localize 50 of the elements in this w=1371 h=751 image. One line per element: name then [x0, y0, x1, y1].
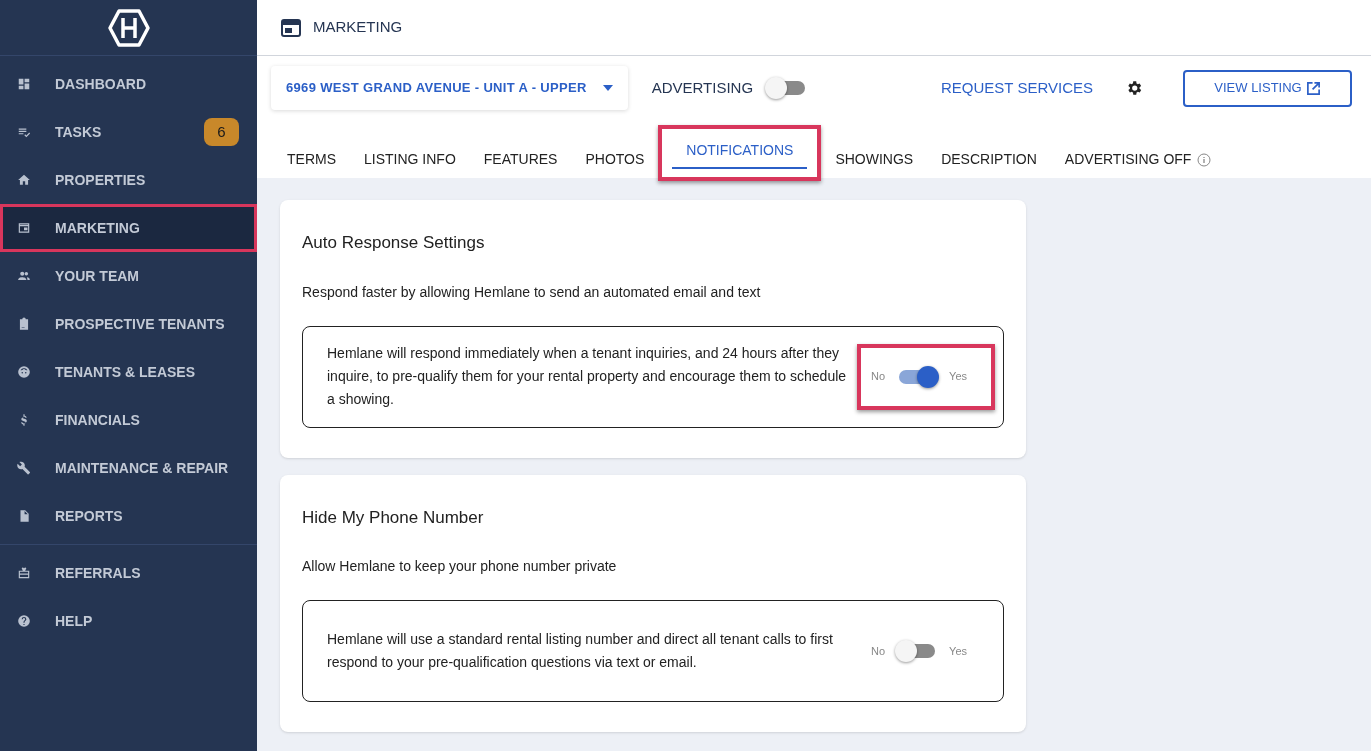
card-subtitle: Respond faster by allowing Hemlane to send an automated email and text: [302, 282, 762, 302]
external-link-icon: [1305, 80, 1321, 96]
advertising-label: ADVERTISING: [651, 77, 754, 98]
request-services-link[interactable]: REQUEST SERVICES: [941, 76, 1093, 100]
info-icon[interactable]: [1197, 153, 1212, 167]
sidebar-item[interactable]: REPORTS: [0, 492, 257, 540]
tab[interactable]: TERMS: [273, 142, 350, 178]
card-title: Hide My Phone Number: [302, 506, 485, 529]
tab[interactable]: DESCRIPTION: [927, 142, 1051, 178]
sidebar-item[interactable]: PROSPECTIVE TENANTS: [0, 300, 257, 348]
tab[interactable]: ADVERTISING OFF: [1050, 142, 1206, 178]
sidebar-item[interactable]: MARKETING: [0, 204, 257, 252]
home-icon: [17, 173, 31, 187]
no-label: No: [871, 643, 886, 659]
sidebar-item[interactable]: PROPERTIES: [0, 156, 257, 204]
sidebar-item[interactable]: MAINTENANCE & REPAIR: [0, 444, 257, 492]
sidebar-item[interactable]: TENANTS & LEASES: [0, 348, 257, 396]
yes-label: Yes: [949, 643, 967, 659]
gift-icon: [17, 566, 31, 580]
browser-window-icon: [17, 221, 31, 235]
page-title: MARKETING: [313, 17, 403, 38]
sidebar-item[interactable]: TASKS 6: [0, 108, 257, 156]
help-icon: [17, 614, 31, 628]
property-dropdown[interactable]: 6969 WEST GRAND AVENUE - UNIT A - UPPER: [271, 66, 628, 110]
yes-label: Yes: [949, 369, 967, 385]
sidebar-item[interactable]: REFERRALS: [0, 549, 257, 597]
tab[interactable]: SHOWINGS: [821, 142, 928, 178]
caret-icon: [602, 85, 613, 91]
browser-window-icon: [281, 18, 301, 37]
wrench-icon: [17, 461, 31, 475]
card-subtitle: Allow Hemlane to keep your phone number private: [302, 557, 618, 576]
face-icon: [17, 365, 31, 379]
option-description: Hemlane will respond immediately when a tenant inquiries, and 24 hours after they inquire, to pre-qualify them for your rental property and encourage them to schedule a showing.: [327, 344, 848, 409]
count-badge: 6: [204, 118, 239, 146]
people-icon: [17, 269, 31, 283]
clipboard-icon: [17, 317, 31, 331]
tab[interactable]: PHOTOS: [571, 142, 659, 178]
no-label: No: [871, 369, 886, 385]
tab[interactable]: NOTIFICATIONS: [672, 133, 808, 169]
sidebar-item[interactable]: HELP: [0, 597, 257, 645]
sidebar-item[interactable]: FINANCIALS: [0, 396, 257, 444]
view-listing-button[interactable]: VIEW LISTING: [1183, 69, 1352, 107]
sidebar-item[interactable]: DASHBOARD: [0, 60, 257, 108]
sidebar-item[interactable]: YOUR TEAM: [0, 252, 257, 300]
tab[interactable]: FEATURES: [469, 142, 572, 178]
option-description: Hemlane will use a standard rental listing number and direct all tenant calls to first respond to your pre-qualification questions via text or email.: [327, 630, 834, 672]
card-title: Auto Response Settings: [302, 232, 486, 254]
tab[interactable]: LISTING INFO: [350, 142, 470, 178]
dashboard-icon: [17, 77, 31, 91]
logo-icon: [107, 8, 150, 47]
